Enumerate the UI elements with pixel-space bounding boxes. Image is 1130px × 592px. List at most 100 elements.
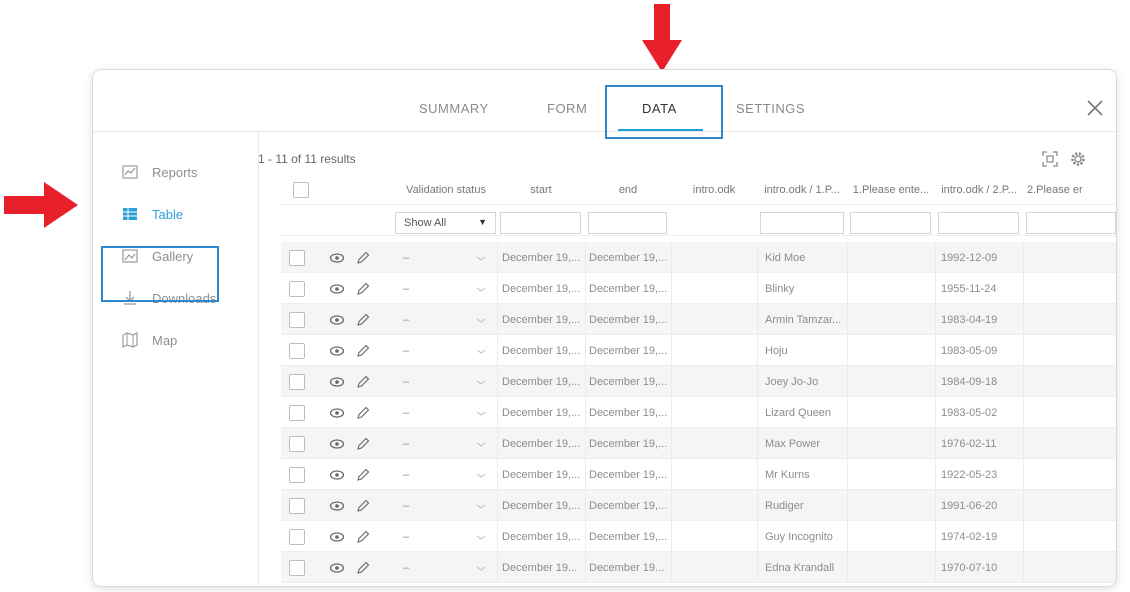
sidebar-item-label: Table [152,206,184,222]
eye-icon[interactable] [329,436,345,452]
column-header[interactable]: Validation status [395,174,497,205]
column-header[interactable]: start [497,174,585,205]
validation-status-cell: – [403,561,410,574]
validation-status-cell: – [403,251,410,264]
map-icon [122,332,138,348]
eye-icon[interactable] [329,312,345,328]
row-checkbox[interactable] [289,435,305,452]
select-all-checkbox[interactable] [293,181,309,198]
eye-icon[interactable] [329,498,345,514]
sidebar-item-map[interactable]: Map [122,328,177,352]
pencil-icon[interactable] [355,467,371,483]
name-cell: Guy Incognito [765,530,833,543]
row-checkbox[interactable] [289,528,305,545]
date-cell: 1922-05-23 [941,468,998,481]
fullscreen-icon[interactable] [1041,150,1059,168]
tab-summary[interactable]: SUMMARY [419,101,489,116]
caret-down-icon: ▼ [478,217,487,227]
tab-settings[interactable]: SETTINGS [736,101,805,116]
name-cell: Joey Jo-Jo [765,375,819,388]
chevron-down-icon[interactable] [475,467,487,483]
close-icon[interactable] [1084,97,1106,119]
eye-icon[interactable] [329,467,345,483]
annotation-highlight-box [605,85,723,139]
eye-icon[interactable] [329,374,345,390]
row-checkbox[interactable] [289,466,305,483]
gear-icon[interactable] [1069,150,1087,168]
pencil-icon[interactable] [355,343,371,359]
row-checkbox[interactable] [289,311,305,328]
sidebar-item-reports[interactable]: Reports [122,160,198,184]
row-checkbox[interactable] [289,342,305,359]
column-header[interactable]: intro.odk [671,174,757,205]
end-cell: December 19,... [589,406,668,419]
pencil-icon[interactable] [355,374,371,390]
chevron-down-icon[interactable] [475,374,487,390]
start-cell: December 19,... [502,499,581,512]
pencil-icon[interactable] [355,250,371,266]
chevron-down-icon[interactable] [475,529,487,545]
pencil-icon[interactable] [355,312,371,328]
date-cell: 1991-06-20 [941,499,998,512]
row-checkbox[interactable] [289,497,305,514]
column-header[interactable]: intro.odk / 2.P... [935,174,1023,205]
column-header[interactable]: 1.Please ente... [847,174,935,205]
row-select-cell [289,335,313,366]
validation-status-cell: – [403,282,410,295]
row-checkbox[interactable] [289,280,305,297]
column-header[interactable]: 2.Please er [1027,174,1116,205]
end-cell: December 19... [589,561,665,574]
eye-icon[interactable] [329,405,345,421]
pencil-icon[interactable] [355,560,371,576]
chevron-down-icon[interactable] [475,312,487,328]
tab-bar: SUMMARY FORM DATA SETTINGS [93,70,1116,139]
eye-icon[interactable] [329,529,345,545]
start-cell: December 19,... [502,313,581,326]
table-row: – December 19,... December 19,... Max Power… [281,428,1116,459]
pencil-icon[interactable] [355,436,371,452]
date-cell: 1983-05-09 [941,344,998,357]
chevron-down-icon[interactable] [475,405,487,421]
eye-icon[interactable] [329,281,345,297]
chevron-down-icon[interactable] [475,436,487,452]
start-cell: December 19,... [502,375,581,388]
pencil-icon[interactable] [355,405,371,421]
tab-form[interactable]: FORM [547,101,587,116]
eye-icon[interactable] [329,343,345,359]
pencil-icon[interactable] [355,498,371,514]
pencil-icon[interactable] [355,529,371,545]
column-header[interactable]: end [585,174,671,205]
sidebar-item-table[interactable]: Table [122,202,183,226]
column-header[interactable]: intro.odk / 1.P... [757,174,847,205]
end-cell: December 19,... [589,313,668,326]
validation-status-cell: – [403,344,410,357]
sidebar-item-label: Map [152,332,178,348]
chevron-down-icon[interactable] [475,498,487,514]
column-filter-input[interactable] [850,212,931,234]
chevron-down-icon[interactable] [475,281,487,297]
start-cell: December 19,... [502,251,581,264]
chevron-down-icon[interactable] [475,560,487,576]
name-cell: Edna Krandall [765,561,835,574]
row-checkbox[interactable] [289,404,305,421]
end-cell: December 19,... [589,499,668,512]
row-select-cell [289,521,313,552]
row-checkbox[interactable] [289,559,305,576]
column-filter-input[interactable] [938,212,1019,234]
results-count: 1 - 11 of 11 results [258,152,356,166]
column-filter-input[interactable] [1026,212,1116,234]
row-checkbox[interactable] [289,249,305,266]
chevron-down-icon[interactable] [475,343,487,359]
eye-icon[interactable] [329,560,345,576]
column-filter-input[interactable] [760,212,844,234]
start-filter-input[interactable] [500,212,581,234]
end-cell: December 19,... [589,251,668,264]
date-cell: 1984-09-18 [941,375,998,388]
table-row: – December 19,... December 19,... Rudiger 19… [281,490,1116,521]
chevron-down-icon[interactable] [475,250,487,266]
end-filter-input[interactable] [588,212,667,234]
validation-status-filter[interactable]: Show All ▼ [395,212,496,234]
row-checkbox[interactable] [289,373,305,390]
pencil-icon[interactable] [355,281,371,297]
eye-icon[interactable] [329,250,345,266]
